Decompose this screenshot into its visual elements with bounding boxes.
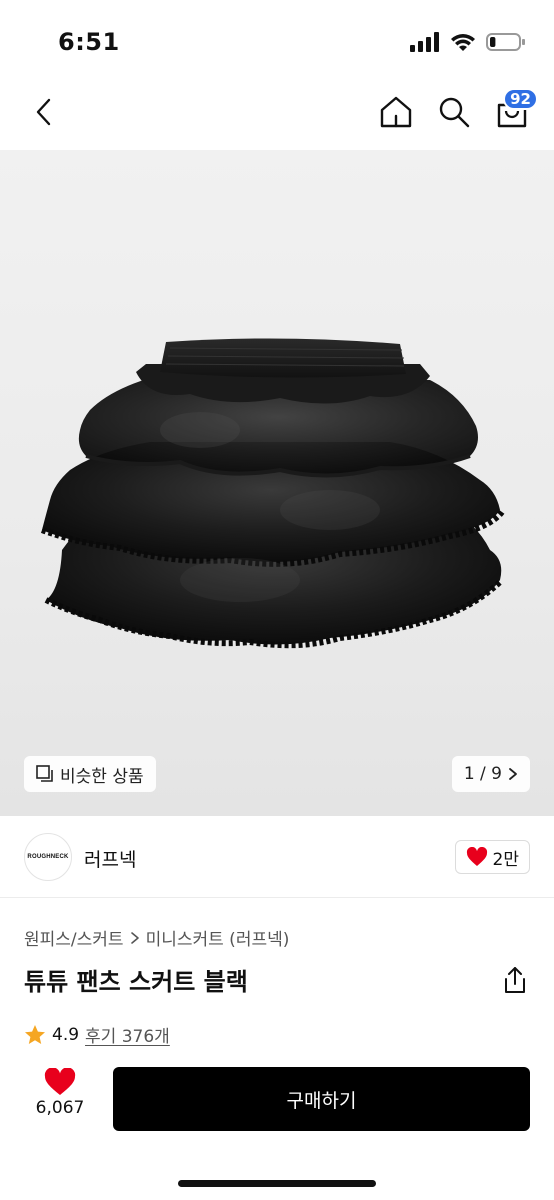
- bottom-action-bar: 6,067 구매하기: [0, 1060, 554, 1140]
- status-time: 6:51: [58, 28, 120, 56]
- breadcrumb-item[interactable]: 원피스/스커트: [24, 925, 124, 950]
- brand-name[interactable]: 러프넥: [84, 845, 136, 872]
- reviews-link[interactable]: 후기 376개: [85, 1022, 170, 1047]
- brand-logo[interactable]: ROUGHNECK: [24, 833, 72, 881]
- star-icon: [25, 1024, 45, 1044]
- breadcrumb-item[interactable]: 미니스커트 (러프넥): [146, 925, 290, 950]
- cart-button[interactable]: 92: [494, 88, 538, 132]
- chevron-right-icon: [509, 768, 517, 780]
- nav-actions: 92: [378, 88, 538, 132]
- battery-icon: [486, 33, 525, 51]
- wishlist-count: 6,067: [35, 1098, 85, 1118]
- wifi-icon: [451, 34, 475, 51]
- brand-row: ROUGHNECK 러프넥 2만: [0, 816, 554, 898]
- brand-like-button[interactable]: 2만: [454, 840, 530, 874]
- product-image-gallery[interactable]: 비슷한 상품 1 / 9: [0, 150, 554, 816]
- chevron-right-icon: [130, 931, 139, 944]
- image-page-indicator[interactable]: 1 / 9: [451, 756, 530, 792]
- share-icon: [505, 967, 525, 993]
- similar-icon: [36, 765, 53, 782]
- breadcrumb: 원피스/스커트 미니스커트 (러프넥): [24, 925, 289, 950]
- product-title: 튜튜 팬츠 스커트 블랙: [24, 968, 248, 996]
- page-indicator-label: 1 / 9: [463, 764, 502, 784]
- status-icons: [410, 32, 526, 52]
- back-button[interactable]: [26, 94, 62, 130]
- status-bar: 6:51: [0, 0, 554, 80]
- wishlist-button[interactable]: 6,067: [30, 1068, 90, 1118]
- search-icon: [439, 97, 470, 128]
- chevron-left-icon: [36, 98, 51, 126]
- similar-products-label: 비슷한 상품: [60, 766, 144, 787]
- cart-badge: 92: [503, 88, 538, 110]
- home-icon: [380, 96, 412, 128]
- rating-row: 4.9 후기 376개: [24, 1022, 170, 1047]
- home-indicator: [178, 1180, 376, 1187]
- product-image: [40, 338, 505, 649]
- home-button[interactable]: [378, 92, 414, 132]
- brand-logo-text: ROUGHNECK: [27, 854, 69, 860]
- signal-icon: [410, 32, 439, 52]
- heart-icon: [44, 1068, 76, 1095]
- brand-like-count: 2만: [492, 849, 519, 870]
- share-button[interactable]: [502, 966, 528, 994]
- nav-bar: 92: [0, 80, 554, 150]
- similar-products-button[interactable]: 비슷한 상품: [24, 756, 156, 792]
- heart-icon: [466, 847, 487, 866]
- buy-button[interactable]: 구매하기: [113, 1067, 530, 1131]
- search-button[interactable]: [436, 92, 472, 132]
- rating-score: 4.9: [52, 1024, 80, 1045]
